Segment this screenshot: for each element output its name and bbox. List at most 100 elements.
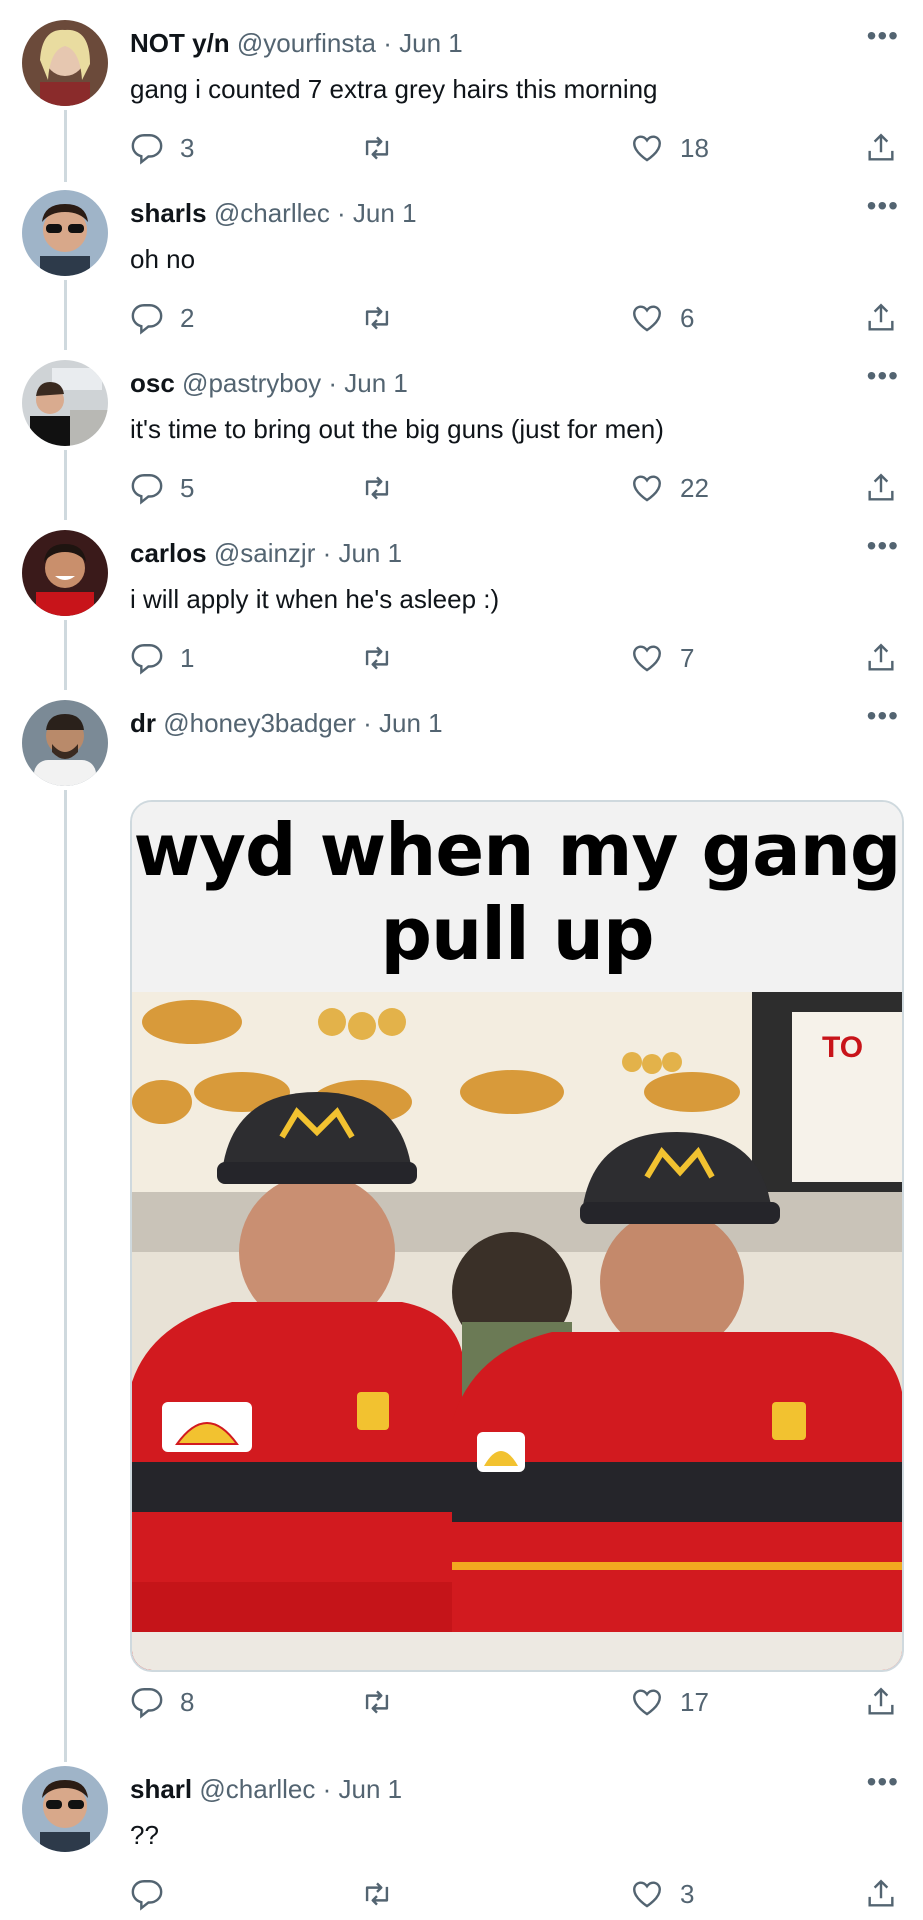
handle-date[interactable]: @sainzjr · Jun 1 [214, 538, 402, 568]
handle-date[interactable]: @charllec · Jun 1 [199, 1774, 402, 1804]
avatar[interactable] [22, 20, 108, 106]
display-name[interactable]: carlos [130, 538, 207, 568]
avatar[interactable] [22, 1766, 108, 1852]
like-count: 7 [680, 642, 695, 673]
reply-icon [131, 134, 163, 165]
tweet-actions: 2 6 [130, 296, 900, 340]
like-button[interactable]: 7 [630, 636, 694, 680]
like-icon [633, 305, 661, 332]
handle-date[interactable]: @charllec · Jun 1 [214, 198, 417, 228]
tweet[interactable]: NOT y/n @yourfinsta · Jun 1 ••• gang i c… [0, 20, 923, 170]
tweet-header: sharls @charllec · Jun 1 [130, 196, 417, 230]
tweet-actions: 3 18 [130, 126, 900, 170]
display-name[interactable]: NOT y/n [130, 28, 230, 58]
tweet-media-image[interactable]: wyd when my gang pull up TO [130, 800, 904, 1672]
tweet-header: NOT y/n @yourfinsta · Jun 1 [130, 26, 463, 60]
share-icon [868, 1879, 894, 1907]
like-button[interactable]: 22 [630, 466, 709, 510]
reply-count: 8 [180, 1686, 195, 1717]
retweet-button[interactable] [360, 1680, 394, 1724]
display-name[interactable]: sharl [130, 1774, 192, 1804]
more-icon[interactable]: ••• [867, 700, 899, 732]
more-icon[interactable]: ••• [867, 1766, 899, 1798]
reply-button[interactable]: 1 [130, 636, 194, 680]
more-icon[interactable]: ••• [867, 530, 899, 562]
like-icon [633, 1881, 661, 1908]
tweet-text: i will apply it when he's asleep :) [130, 584, 500, 614]
reply-icon [131, 474, 163, 505]
retweet-icon [365, 1882, 389, 1906]
display-name[interactable]: sharls [130, 198, 207, 228]
avatar[interactable] [22, 530, 108, 616]
tweet[interactable]: sharl @charllec · Jun 1 ••• ?? 3 [0, 1766, 923, 1916]
retweet-button[interactable] [360, 466, 394, 510]
share-icon [868, 643, 894, 671]
retweet-icon [365, 1690, 389, 1714]
display-name[interactable]: osc [130, 368, 175, 398]
like-count: 17 [680, 1686, 709, 1717]
share-icon [868, 473, 894, 501]
meme-photo: TO [132, 992, 902, 1670]
share-icon [868, 133, 894, 161]
tweet-text: oh no [130, 244, 196, 274]
more-icon[interactable]: ••• [867, 360, 899, 392]
reply-count: 2 [180, 302, 195, 333]
share-button[interactable] [864, 296, 898, 340]
like-count: 18 [680, 132, 709, 163]
like-count: 3 [680, 1878, 695, 1909]
tweet-header: carlos @sainzjr · Jun 1 [130, 536, 402, 570]
like-button[interactable]: 18 [630, 126, 709, 170]
reply-icon [131, 1880, 163, 1911]
reply-count: 3 [180, 132, 195, 163]
reply-button[interactable]: 3 [130, 126, 194, 170]
tweet-actions: 8 17 [130, 1680, 900, 1724]
avatar[interactable] [22, 360, 108, 446]
like-button[interactable]: 3 [630, 1872, 694, 1916]
more-icon[interactable]: ••• [867, 190, 899, 222]
like-icon [633, 135, 661, 162]
tweet-text: ?? [130, 1820, 159, 1850]
reply-count: 1 [180, 642, 195, 673]
reply-button[interactable]: 5 [130, 466, 194, 510]
like-button[interactable]: 6 [630, 296, 694, 340]
like-button[interactable]: 17 [630, 1680, 709, 1724]
tweet-header: osc @pastryboy · Jun 1 [130, 366, 408, 400]
tweet[interactable]: sharls @charllec · Jun 1 ••• oh no 2 6 [0, 190, 923, 340]
retweet-icon [365, 136, 389, 160]
retweet-button[interactable] [360, 126, 394, 170]
like-count: 22 [680, 472, 709, 503]
retweet-button[interactable] [360, 296, 394, 340]
reply-button[interactable]: 8 [130, 1680, 194, 1724]
tweet[interactable]: dr @honey3badger · Jun 1 ••• wyd when my… [0, 700, 923, 1750]
retweet-button[interactable] [360, 636, 394, 680]
more-icon[interactable]: ••• [867, 20, 899, 52]
retweet-button[interactable] [360, 1872, 394, 1916]
avatar[interactable] [22, 700, 108, 786]
tweet[interactable]: osc @pastryboy · Jun 1 ••• it's time to … [0, 360, 923, 510]
reply-button[interactable] [130, 1872, 180, 1916]
avatar[interactable] [22, 190, 108, 276]
handle-date[interactable]: @honey3badger · Jun 1 [163, 708, 442, 738]
meme-caption: wyd when my gang pull up [132, 802, 902, 992]
tweet[interactable]: carlos @sainzjr · Jun 1 ••• i will apply… [0, 530, 923, 680]
display-name[interactable]: dr [130, 708, 156, 738]
retweet-icon [365, 646, 389, 670]
share-button[interactable] [864, 636, 898, 680]
share-button[interactable] [864, 466, 898, 510]
share-button[interactable] [864, 1872, 898, 1916]
share-icon [868, 1687, 894, 1715]
reply-icon [131, 644, 163, 675]
like-count: 6 [680, 302, 695, 333]
handle-date[interactable]: @yourfinsta · Jun 1 [237, 28, 463, 58]
retweet-icon [365, 476, 389, 500]
reply-icon [131, 1688, 163, 1719]
like-icon [633, 1689, 661, 1716]
reply-icon [131, 304, 163, 335]
like-icon [633, 475, 661, 502]
reply-button[interactable]: 2 [130, 296, 194, 340]
share-icon [868, 303, 894, 331]
share-button[interactable] [864, 126, 898, 170]
share-button[interactable] [864, 1680, 898, 1724]
handle-date[interactable]: @pastryboy · Jun 1 [182, 368, 408, 398]
tweet-text: it's time to bring out the big guns (jus… [130, 414, 664, 444]
